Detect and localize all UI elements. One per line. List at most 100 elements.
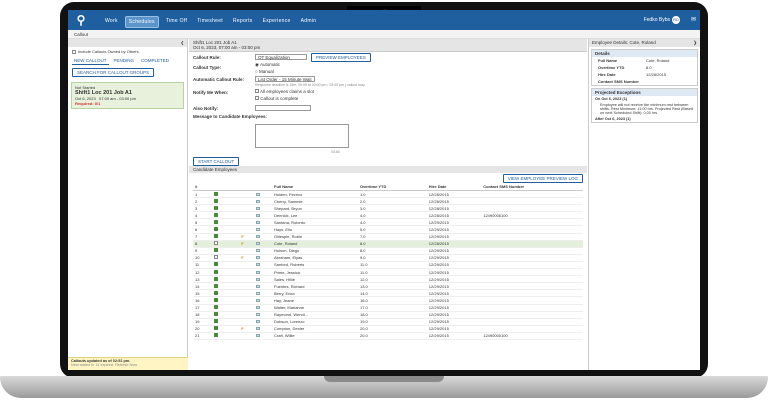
check-icon[interactable] <box>214 276 219 281</box>
column-header[interactable]: # <box>193 183 213 191</box>
row-checkbox[interactable] <box>212 233 231 241</box>
callout-card[interactable]: Not Started Shift1 Loc 201 Job A1 Oct 6,… <box>71 82 184 109</box>
column-header[interactable]: Overtime YTD <box>357 183 427 191</box>
table-row[interactable]: 6 Hays, Elio 5.0 12/29/2015 <box>193 225 583 234</box>
row-detail[interactable] <box>253 247 273 255</box>
table-row[interactable]: 16 Hay, Jeane 16.0 12/29/2015 <box>193 296 583 305</box>
row-checkbox[interactable] <box>212 204 231 213</box>
row-checkbox[interactable] <box>212 318 231 326</box>
auto-rule-select[interactable]: List Order - 15 Minute Wait <box>255 76 315 82</box>
row-detail[interactable] <box>253 275 273 284</box>
row-checkbox[interactable] <box>212 197 231 206</box>
check-icon[interactable] <box>214 205 219 210</box>
table-row[interactable]: 7 F Gillespie, Robin 7.0 12/29/2015 <box>193 233 583 241</box>
table-row[interactable]: 1 Holden, Pevrivo 1.0 12/28/2015 <box>193 190 583 199</box>
details-icon[interactable] <box>255 192 260 196</box>
row-checkbox[interactable] <box>212 254 231 262</box>
table-row[interactable]: 9 Holson, Diego 8.0 12/29/2015 <box>193 247 583 255</box>
row-detail[interactable] <box>253 311 273 319</box>
row-detail[interactable] <box>253 190 273 199</box>
details-icon[interactable] <box>255 249 260 253</box>
table-row[interactable]: 15 Berry, Erica 14.0 12/29/2015 <box>193 289 583 298</box>
row-checkbox[interactable] <box>212 325 231 333</box>
row-checkbox[interactable] <box>212 190 231 199</box>
user-name[interactable]: Fedko Bybs <box>644 17 670 23</box>
preview-employees-button[interactable]: PREVIEW EMPLOYEES <box>311 53 371 62</box>
table-row[interactable]: 13 Sales, Hillie 12.0 12/29/2015 <box>193 275 583 284</box>
row-detail[interactable] <box>253 268 273 277</box>
nav-item-experience[interactable]: Experience <box>260 16 294 28</box>
row-checkbox[interactable] <box>212 304 231 312</box>
row-checkbox[interactable] <box>212 332 231 340</box>
table-row[interactable]: 10 F Abraham, Elyas 9.0 12/29/2015 <box>193 254 583 262</box>
details-icon[interactable] <box>255 277 260 281</box>
table-row[interactable]: 14 Fuentes, Richard 13.0 12/29/2015 <box>193 282 583 291</box>
check-icon[interactable] <box>214 290 219 295</box>
column-header[interactable]: Contact SMS Number <box>481 183 583 191</box>
details-icon[interactable] <box>255 313 260 317</box>
after-date[interactable]: After Oct 6, 2023 (1) <box>592 116 697 122</box>
row-detail[interactable] <box>253 289 273 298</box>
notify-all-claims-checkbox[interactable]: All employees claims a slot <box>255 89 314 94</box>
check-icon[interactable] <box>214 212 219 217</box>
table-row[interactable]: 8 F Cote, Roland 8.0 12/28/2015 <box>193 240 583 248</box>
start-callout-button[interactable]: START CALLOUT <box>193 157 240 166</box>
row-checkbox[interactable] <box>212 289 231 298</box>
column-header[interactable] <box>230 183 240 191</box>
row-detail[interactable] <box>253 261 273 270</box>
table-row[interactable]: 5 Santana, Roberto 4.0 12/29/2015 <box>193 218 583 227</box>
check-icon[interactable] <box>214 262 219 267</box>
row-checkbox[interactable] <box>212 218 231 227</box>
include-others-checkbox[interactable]: Include Callouts Owned by Others <box>68 47 187 56</box>
details-icon[interactable] <box>255 199 260 203</box>
table-row[interactable]: 17 Walter, Marianne 17.0 12/29/2015 <box>193 304 583 312</box>
row-detail[interactable] <box>253 197 273 206</box>
row-detail[interactable] <box>253 218 273 227</box>
status-subtext[interactable]: New added in 14 expired. Refresh Now <box>71 363 185 367</box>
details-icon[interactable] <box>255 235 260 239</box>
details-icon[interactable] <box>255 298 260 302</box>
check-icon[interactable] <box>214 333 219 338</box>
nav-item-timesheet[interactable]: Timesheet <box>194 16 226 28</box>
check-icon[interactable] <box>214 319 219 324</box>
table-row[interactable]: 19 Dobson, Lorenzo 19.0 12/29/2015 <box>193 318 583 326</box>
tab-completed[interactable]: COMPLETED <box>139 57 171 65</box>
column-header[interactable]: Hire Date <box>426 183 482 191</box>
radio-automatic[interactable]: ◉ Automatic <box>255 62 280 68</box>
row-detail[interactable] <box>253 204 273 213</box>
table-row[interactable]: 3 Shepard, Bryon 3.0 12/28/2015 <box>193 204 583 213</box>
details-icon[interactable] <box>255 213 260 217</box>
row-detail[interactable] <box>253 296 273 305</box>
check-icon[interactable] <box>214 283 219 288</box>
checkbox-box[interactable] <box>72 49 76 54</box>
notify-complete-checkbox[interactable]: Callout is complete <box>255 96 298 101</box>
check-icon[interactable] <box>214 227 219 232</box>
details-icon[interactable] <box>255 206 260 210</box>
column-header[interactable] <box>239 183 254 191</box>
details-icon[interactable] <box>255 263 260 267</box>
table-row[interactable]: 12 Prime, Jessica 11.0 12/29/2015 <box>193 268 583 277</box>
details-icon[interactable] <box>255 291 260 295</box>
also-notify-input[interactable] <box>255 105 311 111</box>
row-checkbox[interactable] <box>212 261 231 270</box>
details-icon[interactable] <box>255 270 260 274</box>
row-checkbox[interactable] <box>212 247 231 255</box>
row-checkbox[interactable] <box>212 268 231 277</box>
radio-manual[interactable]: ○ Manual <box>255 69 274 74</box>
checkbox-box[interactable] <box>255 89 259 93</box>
row-detail[interactable] <box>253 332 273 340</box>
app-logo-icon[interactable]: ⚲ <box>74 12 88 28</box>
row-detail[interactable] <box>253 318 273 326</box>
check-icon[interactable] <box>214 269 219 274</box>
check-icon[interactable] <box>214 219 219 224</box>
check-icon[interactable] <box>214 297 219 302</box>
table-row[interactable]: 18 Raymond, Wendi... 18.0 12/29/2015 <box>193 311 583 319</box>
check-icon[interactable] <box>214 312 219 317</box>
check-icon[interactable] <box>214 326 219 331</box>
row-detail[interactable] <box>253 225 273 234</box>
row-detail[interactable] <box>253 254 273 262</box>
check-icon[interactable] <box>214 191 219 196</box>
nav-item-schedules[interactable]: Schedules <box>124 16 159 28</box>
check-icon[interactable] <box>214 241 219 246</box>
row-detail[interactable] <box>253 240 273 248</box>
